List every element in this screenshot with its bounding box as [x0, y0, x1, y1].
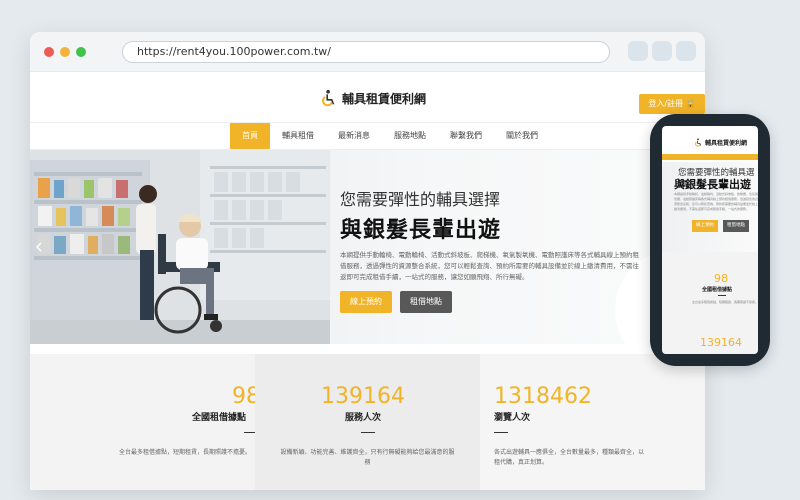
- stat-number: 1318462: [494, 384, 592, 409]
- stat-card: 139164 服務人次 設備新穎、功能完善、維護齊全，只有行無礙能夠給您最滿意的…: [255, 354, 480, 490]
- stat-description: 全台最多租借據點，短期租賃，長期照護不擔憂。: [118, 449, 251, 456]
- phone-logo-text: 輔具租賃便利網: [705, 140, 748, 147]
- phone-hero-title: 與銀髮長輩出遊: [674, 178, 751, 191]
- site-logo[interactable]: 輔具租賃便利網: [320, 89, 426, 107]
- divider: [718, 295, 726, 296]
- main-nav: 首頁 輔具租借 最新消息 服務地點 聯繫我們 關於我們: [30, 122, 705, 150]
- phone-reserve-button[interactable]: 線上預約: [692, 220, 718, 232]
- wheelchair-icon: [322, 89, 335, 107]
- address-bar[interactable]: https://rent4you.100power.com.tw/: [122, 41, 610, 63]
- chevron-left-icon[interactable]: [36, 242, 42, 252]
- phone-stat-number: 98: [714, 272, 728, 285]
- hero-title: 與銀髮長輩出遊: [340, 218, 502, 243]
- phone-locations-button[interactable]: 租借地點: [723, 220, 749, 232]
- reserve-online-button[interactable]: 線上預約: [340, 291, 392, 313]
- nav-item-contact[interactable]: 聯繫我們: [438, 123, 494, 149]
- phone-stat-description: 全台最多租借據點，短期租賃，長期照護不擔憂。: [692, 300, 758, 304]
- rental-locations-button[interactable]: 租借地點: [400, 291, 452, 313]
- phone-stats: 98 全國租借據點 全台最多租借據點，短期租賃，長期照護不擔憂。 139164: [662, 252, 758, 354]
- divider: [494, 432, 508, 433]
- browser-control-button[interactable]: [628, 41, 648, 61]
- maximize-window-button[interactable]: [76, 47, 86, 57]
- hero-photo: [30, 150, 330, 344]
- browser-toolbar: https://rent4you.100power.com.tw/: [30, 32, 705, 72]
- minimize-window-button[interactable]: [60, 47, 70, 57]
- stat-description: 設備新穎、功能完善、維護齊全，只有行無礙能夠給您最滿意的服務: [280, 449, 455, 466]
- nav-item-home[interactable]: 首頁: [230, 123, 270, 149]
- stat-card: 98 全國租借據點 全台最多租借據點，短期租賃，長期照護不擔憂。: [30, 354, 260, 490]
- phone-mockup: 輔具租賃便利網 您需要彈性的輔具選擇 與銀髮長輩出遊 本網提供手動輪椅、電動輪椅…: [650, 114, 770, 366]
- login-register-button[interactable]: 登入/註冊 🔒: [639, 94, 705, 114]
- hero-description: 本網提供手動輪椅、電動輪椅、活動式斜坡板、爬梯機、氧氣製氧機、電動照護床等各式輔…: [340, 251, 639, 281]
- phone-hero-description: 本網提供手動輪椅、電動輪椅、活動式斜坡板、爬梯機、氧氣製氧機、電動照護床等各式輔…: [674, 192, 758, 211]
- divider: [361, 432, 375, 433]
- hero-banner: 您需要彈性的輔具選擇 與銀髮長輩出遊 本網提供手動輪椅、電動輪椅、活動式斜坡板、…: [30, 150, 705, 344]
- browser-window: https://rent4you.100power.com.tw/ 輔具租賃便利…: [30, 32, 705, 490]
- nav-item-about[interactable]: 關於我們: [494, 123, 550, 149]
- nav-item-news[interactable]: 最新消息: [326, 123, 382, 149]
- stat-label: 瀏覽人次: [494, 413, 531, 423]
- stat-label: 全國租借據點: [192, 413, 247, 423]
- close-window-button[interactable]: [44, 47, 54, 57]
- site-logo-text: 輔具租賃便利網: [342, 91, 427, 106]
- browser-control-button[interactable]: [676, 41, 696, 61]
- nav-item-rental[interactable]: 輔具租借: [270, 123, 326, 149]
- site-header: 輔具租賃便利網: [30, 72, 705, 122]
- hero-subtitle: 您需要彈性的輔具選擇: [340, 190, 501, 209]
- nav-item-locations[interactable]: 服務地點: [382, 123, 438, 149]
- phone-site-logo[interactable]: 輔具租賃便利網: [694, 138, 747, 147]
- phone-screen: 輔具租賃便利網 您需要彈性的輔具選擇 與銀髮長輩出遊 本網提供手動輪椅、電動輪椅…: [662, 126, 758, 354]
- hero-copy: 您需要彈性的輔具選擇 與銀髮長輩出遊 本網提供手動輪椅、電動輪椅、活動式斜坡板、…: [340, 186, 670, 313]
- stat-number: 139164: [321, 384, 405, 409]
- phone-stat-number: 139164: [700, 336, 742, 349]
- stat-description: 各式出遊輔具一應俱全，全台數量最多，種類最齊全，以租代購，真正划算。: [494, 449, 645, 466]
- stat-card: 1318462 瀏覽人次 各式出遊輔具一應俱全，全台數量最多，種類最齊全，以租代…: [480, 354, 705, 490]
- stats-section: 98 全國租借據點 全台最多租借據點，短期租賃，長期照護不擔憂。 139164 …: [30, 354, 705, 490]
- browser-control-button[interactable]: [652, 41, 672, 61]
- phone-hero: 您需要彈性的輔具選擇 與銀髮長輩出遊 本網提供手動輪椅、電動輪椅、活動式斜坡板、…: [662, 162, 758, 252]
- phone-stat-label: 全國租借據點: [702, 287, 733, 293]
- phone-menu-bar[interactable]: [662, 154, 758, 160]
- stat-label: 服務人次: [345, 413, 382, 423]
- wheelchair-icon: [695, 138, 702, 147]
